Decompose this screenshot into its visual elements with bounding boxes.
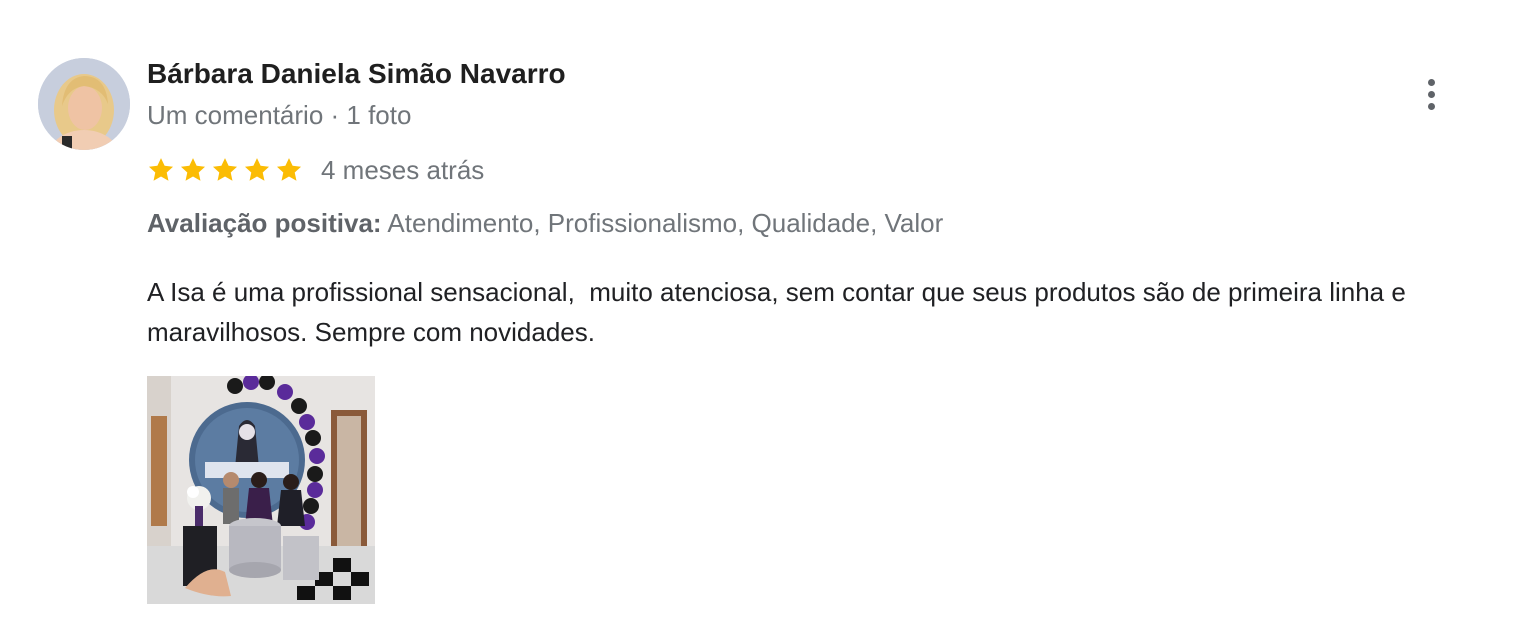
avatar[interactable] [38,58,130,150]
highlights-values: Atendimento, Profissionalismo, Qualidade… [387,208,944,238]
review-date: 4 meses atrás [321,154,485,185]
star-icon [244,158,270,181]
review-card: Bárbara Daniela Simão Navarro Um comentá… [0,0,1536,640]
more-vertical-icon [1427,90,1435,98]
reviewer-meta[interactable]: Um comentário · 1 foto [147,100,411,131]
positive-highlights: Avaliação positiva: Atendimento, Profiss… [147,208,943,239]
rating-row: 4 meses atrás [147,152,484,188]
star-icon [276,158,302,181]
star-rating [147,156,303,184]
star-icon [212,158,238,181]
star-icon [148,158,174,181]
reviewer-name[interactable]: Bárbara Daniela Simão Navarro [147,58,566,90]
more-vertical-icon [1427,78,1435,86]
highlights-label: Avaliação positiva: [147,208,382,238]
review-photo[interactable] [147,376,375,604]
more-options-button[interactable] [1414,74,1448,114]
more-vertical-icon [1427,102,1435,110]
review-text: A Isa é uma profissional sensacional, mu… [147,277,1414,347]
star-icon [180,158,206,181]
